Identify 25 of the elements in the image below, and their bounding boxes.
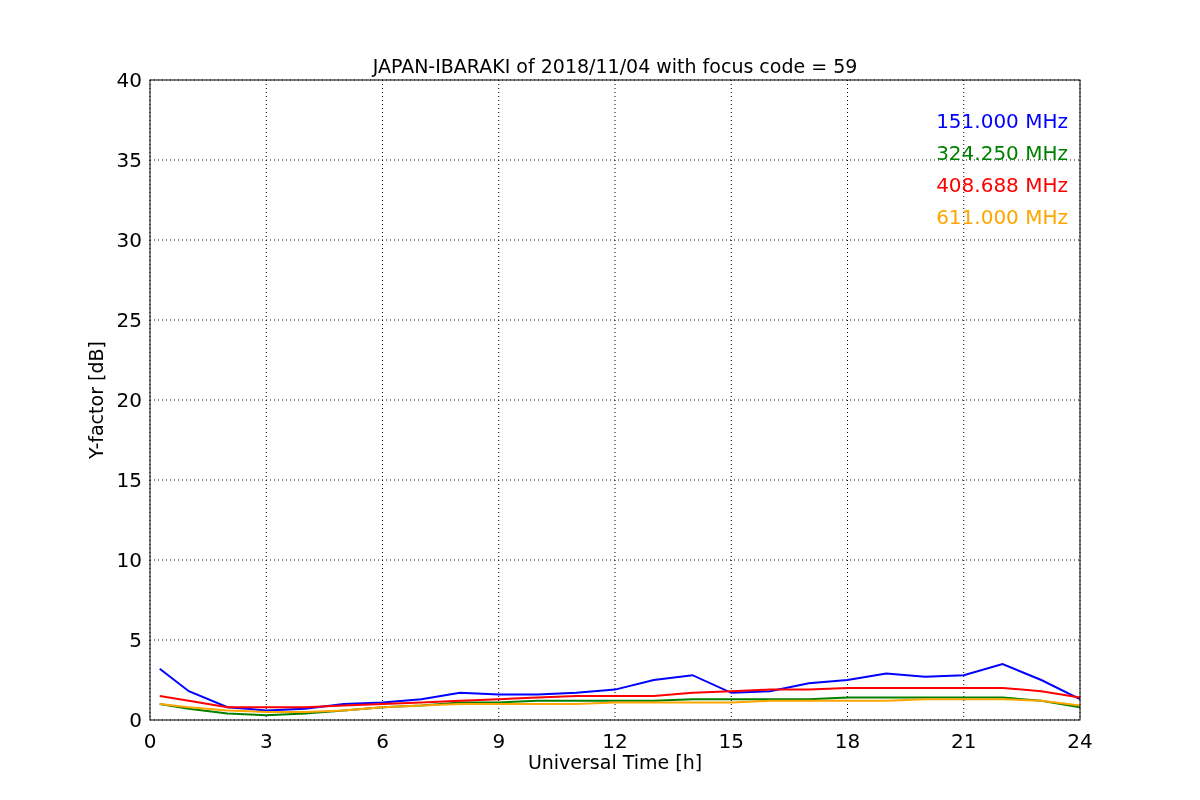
x-tick-label: 12 (602, 729, 628, 753)
x-tick-label: 6 (376, 729, 389, 753)
y-tick-label: 30 (116, 228, 142, 252)
x-axis-label: Universal Time [h] (527, 751, 703, 773)
x-tick-label: 18 (834, 729, 861, 753)
x-tick-label: 21 (951, 729, 977, 753)
x-tick-label: 0 (143, 729, 157, 753)
x-tick-label: 24 (1067, 729, 1093, 753)
y-tick-label: 40 (116, 68, 142, 92)
x-tick-label: 9 (492, 729, 506, 753)
x-tick-label: 15 (718, 729, 744, 753)
legend-label: 324.250 MHz (936, 141, 1068, 165)
y-tick-label: 10 (116, 548, 142, 572)
chart-title: JAPAN-IBARAKI of 2018/11/04 with focus code = 59 (372, 55, 858, 77)
legend-label: 408.688 MHz (936, 173, 1068, 197)
y-tick-label: 15 (116, 468, 142, 492)
y-tick-label: 35 (116, 148, 142, 172)
y-tick-label: 5 (129, 628, 142, 652)
x-tick-label: 3 (259, 729, 273, 753)
legend-label: 611.000 MHz (936, 205, 1068, 229)
y-tick-label: 25 (116, 308, 142, 332)
y-tick-label: 0 (129, 708, 142, 732)
y-tick-label: 20 (116, 388, 142, 412)
legend-label: 151.000 MHz (936, 109, 1068, 133)
y-axis-label: Y-factor [dB] (85, 341, 107, 459)
